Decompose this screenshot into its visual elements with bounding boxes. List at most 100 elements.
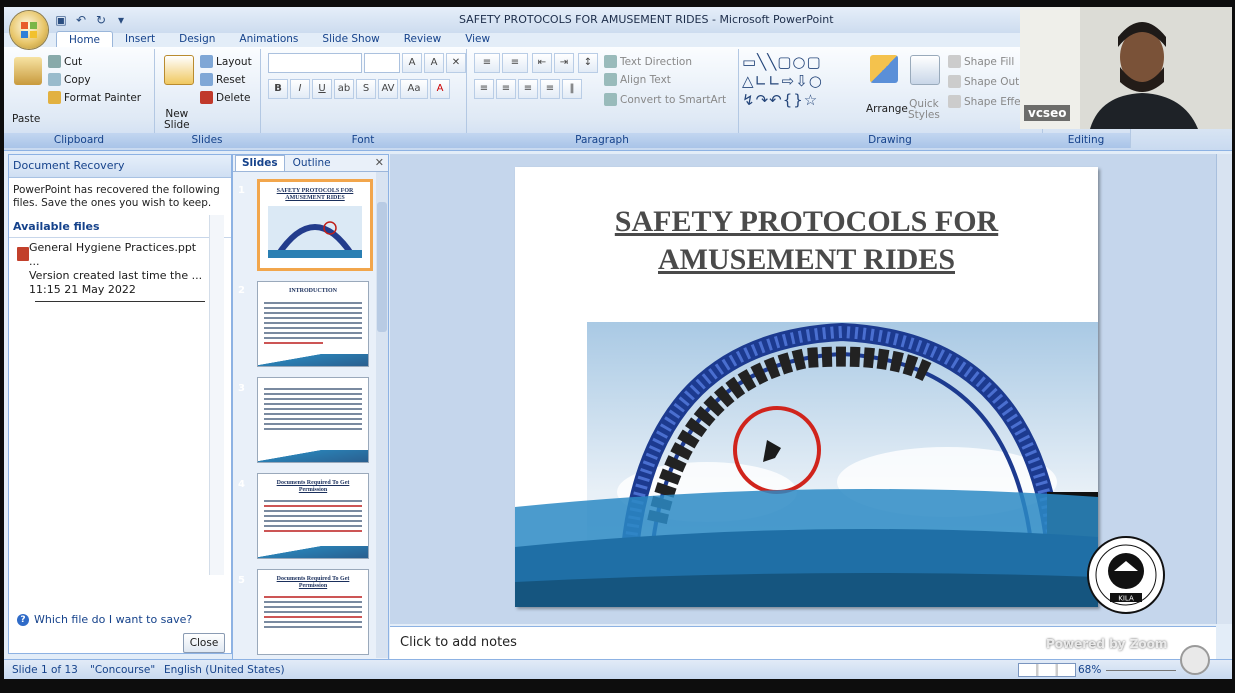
tab-review[interactable]: Review	[392, 31, 453, 47]
tab-design[interactable]: Design	[167, 31, 227, 47]
thumbnail-text	[264, 500, 362, 535]
bullets-button[interactable]: ≡	[474, 53, 500, 73]
thumbnail-title: INTRODUCTION	[288, 288, 337, 294]
scroll-thumb[interactable]	[377, 202, 387, 332]
quick-access-toolbar: ▣ ↶ ↻ ▾	[54, 11, 128, 29]
shadow-button[interactable]: S	[356, 79, 376, 99]
italic-button[interactable]: I	[290, 79, 310, 99]
font-color-button[interactable]: A	[430, 79, 450, 99]
recovered-file-item[interactable]: General Hygiene Practices.ppt ... Versio…	[29, 241, 204, 297]
thumbnail-wave	[258, 546, 368, 558]
quick-styles-button[interactable]: Quick Styles	[908, 99, 940, 121]
tab-home[interactable]: Home	[56, 31, 114, 48]
close-icon[interactable]: ✕	[375, 156, 384, 169]
reset-button[interactable]: Reset	[200, 73, 245, 86]
tab-slides[interactable]: Slides	[235, 155, 285, 171]
tab-slide-show[interactable]: Slide Show	[310, 31, 391, 47]
paste-icon[interactable]	[14, 57, 42, 85]
align-text-button[interactable]: Align Text	[604, 73, 671, 86]
tab-outline[interactable]: Outline	[287, 156, 337, 171]
tab-view[interactable]: View	[453, 31, 502, 47]
text-direction-icon	[604, 55, 617, 68]
main-scrollbar[interactable]	[1216, 154, 1232, 624]
columns-button[interactable]: ‖	[562, 79, 582, 99]
save-icon[interactable]: ▣	[54, 13, 68, 27]
shrink-font-button[interactable]: A	[424, 53, 444, 73]
slides-scrollbar[interactable]	[376, 172, 388, 658]
cut-button[interactable]: Cut	[48, 55, 82, 68]
delete-slide-button[interactable]: Delete	[200, 91, 251, 104]
recovery-header: Document Recovery	[9, 155, 231, 178]
arrange-icon[interactable]	[870, 55, 898, 83]
clear-format-button[interactable]: ✕	[446, 53, 466, 73]
zoom-settings-icon[interactable]	[1180, 645, 1210, 675]
line-spacing-button[interactable]: ↕	[578, 53, 598, 73]
align-right-button[interactable]: ≡	[518, 79, 538, 99]
slide-title-line-1: SAFETY PROTOCOLS FOR	[614, 205, 999, 238]
slide-thumbnail-3[interactable]	[257, 377, 369, 463]
customize-qat-icon[interactable]: ▾	[114, 13, 128, 27]
align-left-button[interactable]: ≡	[474, 79, 494, 99]
tab-animations[interactable]: Animations	[227, 31, 310, 47]
decrease-indent-button[interactable]: ⇤	[532, 53, 552, 73]
text-direction-label: Text Direction	[620, 55, 693, 68]
thumbnail-wave	[258, 450, 368, 462]
font-family-select[interactable]	[268, 53, 362, 73]
delete-icon	[200, 91, 213, 104]
reset-icon	[200, 73, 213, 86]
drawing-group: ▭╲╲▢○▢ △∟∟⇨⇩○ ↯↷↶{}☆ Arrange Quick Styles S…	[738, 49, 1043, 148]
copy-label: Copy	[64, 73, 91, 86]
thumbnail-text	[264, 388, 362, 433]
slides-panel: Slides Outline ✕ 1 SAFETY PROTOCOLS FOR …	[232, 154, 389, 661]
new-slide-icon[interactable]	[164, 55, 194, 85]
current-slide[interactable]: SAFETY PROTOCOLS FOR AMUSEMENT RIDES	[515, 167, 1098, 607]
shapes-gallery[interactable]: ▭╲╲▢○▢ △∟∟⇨⇩○ ↯↷↶{}☆	[742, 53, 862, 113]
paste-button[interactable]: Paste	[12, 113, 40, 125]
thumbnail-text	[264, 302, 362, 347]
text-direction-button[interactable]: Text Direction	[604, 55, 692, 68]
spacing-button[interactable]: AV	[378, 79, 398, 99]
smartart-icon	[604, 93, 617, 106]
available-files-heading: Available files	[9, 216, 231, 238]
view-buttons[interactable]	[1018, 663, 1076, 677]
align-center-button[interactable]: ≡	[496, 79, 516, 99]
paragraph-group: ≡ ≡ ⇤ ⇥ ↕ Text Direction Align Text Conv…	[466, 49, 739, 148]
slide-thumbnail-4[interactable]: Documents Required To Get Permission	[257, 473, 369, 559]
zoom-slider[interactable]	[1106, 670, 1176, 671]
close-button[interactable]: Close	[183, 633, 225, 653]
undo-icon[interactable]: ↶	[74, 13, 88, 27]
justify-button[interactable]: ≡	[540, 79, 560, 99]
quick-styles-icon[interactable]	[910, 55, 940, 85]
slide-title[interactable]: SAFETY PROTOCOLS FOR AMUSEMENT RIDES	[515, 203, 1098, 279]
change-case-button[interactable]: Aa	[400, 79, 428, 99]
zoom-level[interactable]: 68%	[1078, 664, 1101, 676]
redo-icon[interactable]: ↻	[94, 13, 108, 27]
bold-button[interactable]: B	[268, 79, 288, 99]
slide-thumbnail-1[interactable]: SAFETY PROTOCOLS FOR AMUSEMENT RIDES	[257, 179, 373, 271]
arrange-button[interactable]: Arrange	[866, 103, 908, 115]
increase-indent-button[interactable]: ⇥	[554, 53, 574, 73]
convert-smartart-button[interactable]: Convert to SmartArt	[604, 93, 726, 106]
new-slide-button[interactable]: New Slide	[164, 109, 190, 131]
new-slide-label-2: Slide	[164, 119, 190, 131]
tab-insert[interactable]: Insert	[113, 31, 167, 47]
align-text-icon	[604, 73, 617, 86]
notes-placeholder: Click to add notes	[400, 635, 517, 650]
office-button[interactable]	[10, 11, 48, 49]
help-link[interactable]: ? Which file do I want to save?	[17, 613, 192, 626]
thumbnail-wave	[258, 354, 368, 366]
webcam-feed: vcseo	[1020, 7, 1232, 129]
shape-fill-button[interactable]: Shape Fill	[948, 55, 1014, 68]
copy-button[interactable]: Copy	[48, 73, 91, 86]
strikethrough-button[interactable]: ab	[334, 79, 354, 99]
layout-button[interactable]: Layout	[200, 55, 252, 68]
underline-button[interactable]: U	[312, 79, 332, 99]
grow-font-button[interactable]: A	[402, 53, 422, 73]
font-size-select[interactable]	[364, 53, 400, 73]
slide-thumbnail-5[interactable]: Documents Required To Get Permission	[257, 569, 369, 655]
slide-thumbnail-2[interactable]: INTRODUCTION	[257, 281, 369, 367]
format-painter-button[interactable]: Format Painter	[48, 91, 141, 104]
language[interactable]: English (United States)	[164, 664, 285, 676]
recovery-scrollbar[interactable]	[209, 215, 224, 575]
numbering-button[interactable]: ≡	[502, 53, 528, 73]
